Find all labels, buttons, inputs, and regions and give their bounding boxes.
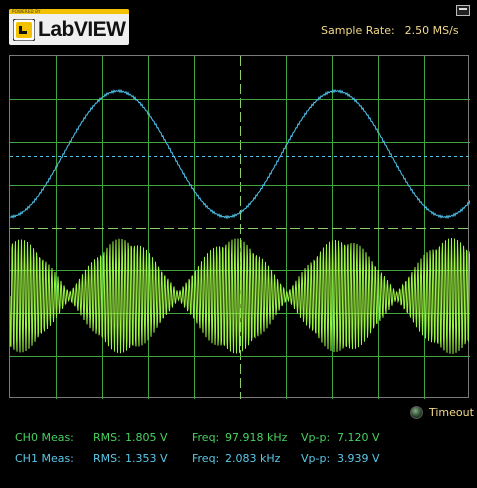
labview-mark-icon bbox=[13, 19, 35, 41]
sample-rate-value: 2.50 MS/s bbox=[404, 24, 459, 37]
ch0-rms-value: 1.805 V bbox=[125, 431, 168, 444]
timeout-indicator: Timeout bbox=[410, 406, 474, 419]
graph-plot-area bbox=[10, 56, 470, 399]
sample-rate-display: Sample Rate: 2.50 MS/s bbox=[321, 24, 459, 37]
logo-wordmark: LabVIEW bbox=[38, 18, 126, 41]
ch1-vpp-label: Vp-p: bbox=[301, 452, 331, 465]
oscilloscope-graph[interactable] bbox=[9, 55, 470, 399]
sample-rate-label: Sample Rate: bbox=[321, 24, 395, 37]
ch0-vpp-label: Vp-p: bbox=[301, 431, 331, 444]
ch1-freq-value: 2.083 kHz bbox=[225, 452, 281, 465]
timeout-label: Timeout bbox=[429, 406, 474, 419]
labview-logo: POWERED BY LabVIEW bbox=[9, 9, 129, 45]
ch0-freq-value: 97.918 kHz bbox=[225, 431, 288, 444]
ch1-label: CH1 Meas: bbox=[15, 452, 74, 465]
logo-powered-by: POWERED BY bbox=[12, 9, 41, 14]
timeout-led-icon bbox=[410, 406, 423, 419]
ch0-freq-label: Freq: bbox=[192, 431, 220, 444]
ch1-vpp-value: 3.939 V bbox=[337, 452, 380, 465]
ch0-vpp-value: 7.120 V bbox=[337, 431, 380, 444]
ch0-label: CH0 Meas: bbox=[15, 431, 74, 444]
ch1-freq-label: Freq: bbox=[192, 452, 220, 465]
ch1-rms-value: 1.353 V bbox=[125, 452, 168, 465]
ch0-rms-label: RMS: bbox=[93, 431, 121, 444]
ch1-rms-label: RMS: bbox=[93, 452, 121, 465]
minimize-window-icon[interactable] bbox=[456, 5, 470, 16]
